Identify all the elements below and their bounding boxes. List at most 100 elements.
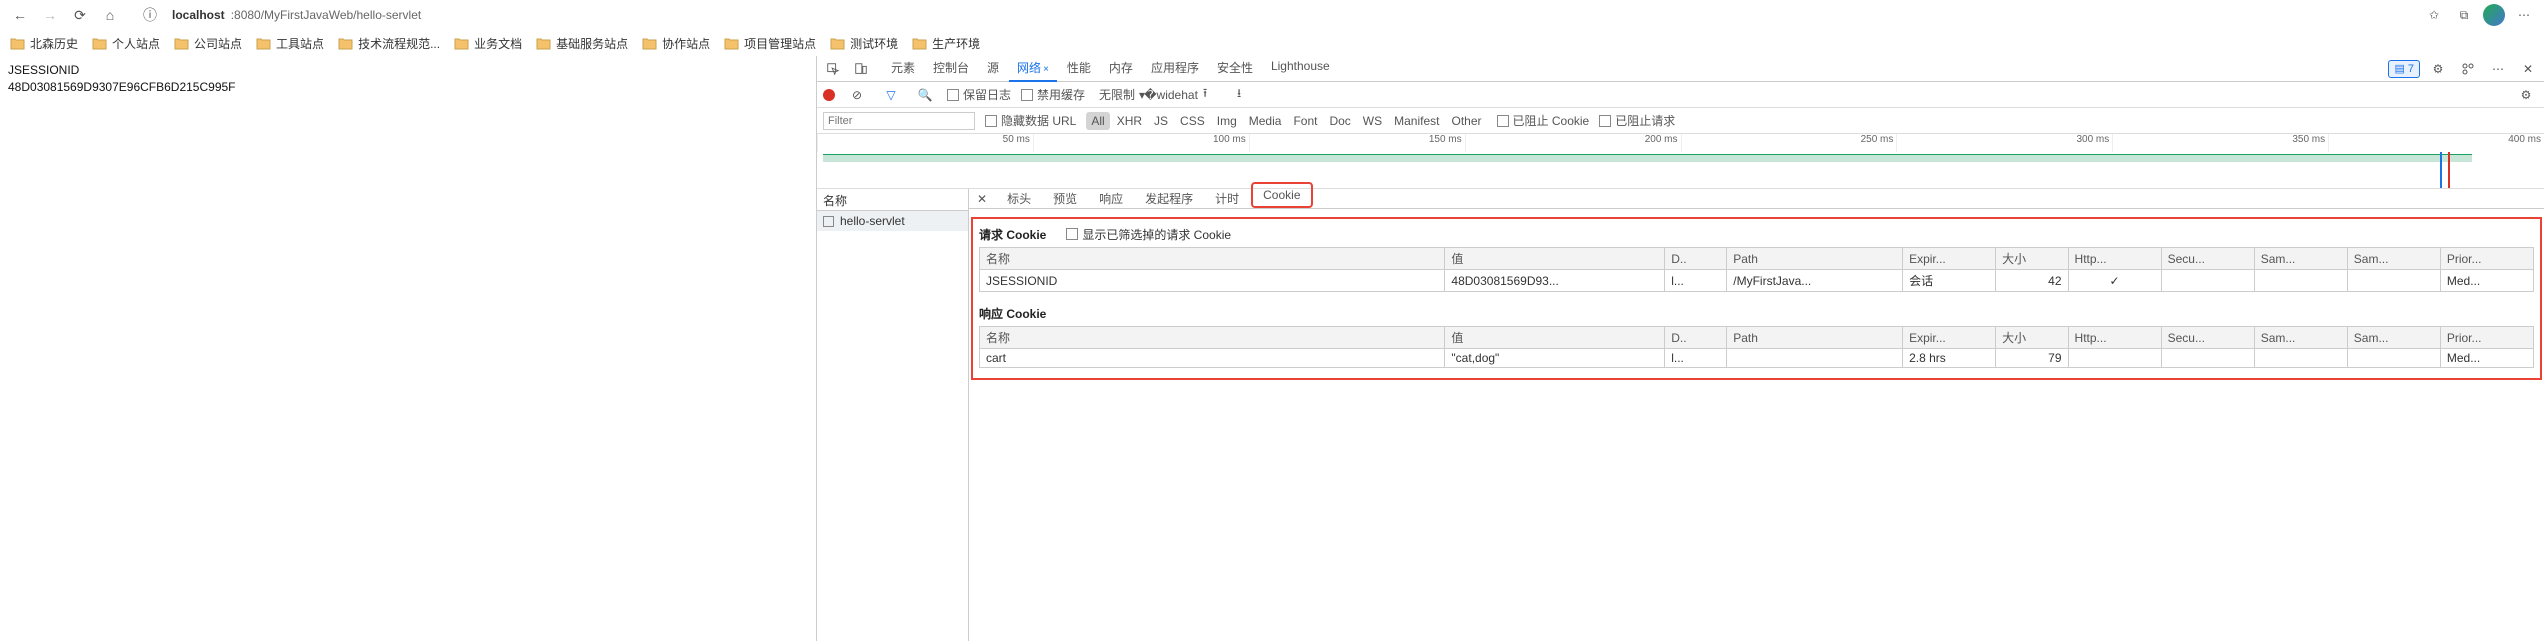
online-offline-icon[interactable]: �widehat bbox=[1159, 83, 1183, 107]
detail-tab[interactable]: 响应 bbox=[1089, 188, 1133, 209]
search-icon[interactable]: 🔍 bbox=[913, 83, 937, 107]
close-detail-icon[interactable]: ✕ bbox=[969, 190, 995, 208]
home-button[interactable]: ⌂ bbox=[96, 1, 124, 29]
devtools-tab[interactable]: 源 bbox=[979, 55, 1007, 82]
network-settings-icon[interactable]: ⚙ bbox=[2514, 83, 2538, 107]
table-header[interactable]: Http... bbox=[2068, 327, 2161, 349]
bookmark-item[interactable]: 业务文档 bbox=[454, 35, 522, 52]
collections-icon[interactable]: ⧉ bbox=[2450, 1, 2478, 29]
table-header[interactable]: Expir... bbox=[1903, 327, 1996, 349]
devtools-tab[interactable]: 安全性 bbox=[1209, 55, 1261, 82]
table-header[interactable]: Path bbox=[1727, 327, 1903, 349]
filter-type[interactable]: CSS bbox=[1175, 112, 1210, 130]
import-har-icon[interactable]: ⭱ bbox=[1193, 83, 1217, 107]
table-header[interactable]: 值 bbox=[1445, 248, 1665, 270]
forward-button[interactable]: → bbox=[36, 1, 64, 29]
profile-avatar[interactable] bbox=[2480, 1, 2508, 29]
filter-type[interactable]: Font bbox=[1288, 112, 1322, 130]
bookmark-item[interactable]: 个人站点 bbox=[92, 35, 160, 52]
disable-cache-checkbox[interactable]: 禁用缓存 bbox=[1021, 86, 1085, 103]
favorites-icon[interactable]: ✩ bbox=[2420, 1, 2448, 29]
table-header[interactable]: D.. bbox=[1665, 248, 1727, 270]
bookmark-item[interactable]: 技术流程规范... bbox=[338, 35, 440, 52]
bookmark-item[interactable]: 公司站点 bbox=[174, 35, 242, 52]
detail-tab[interactable]: 计时 bbox=[1205, 188, 1249, 209]
clear-button[interactable]: ⊘ bbox=[845, 83, 869, 107]
request-row[interactable]: hello-servlet bbox=[817, 211, 968, 231]
devtools-tab[interactable]: 性能 bbox=[1059, 55, 1099, 82]
site-info-icon[interactable]: ⓘ bbox=[136, 1, 164, 29]
table-header[interactable]: Sam... bbox=[2254, 327, 2347, 349]
filter-type[interactable]: Img bbox=[1212, 112, 1242, 130]
detail-tab[interactable]: 发起程序 bbox=[1135, 188, 1203, 209]
messages-badge[interactable]: ▤7 bbox=[2388, 60, 2420, 78]
timeline[interactable]: 50 ms100 ms150 ms200 ms250 ms300 ms350 m… bbox=[817, 134, 2544, 189]
table-header[interactable]: Path bbox=[1727, 248, 1903, 270]
more-icon[interactable]: ⋯ bbox=[2486, 57, 2510, 81]
filter-type[interactable]: WS bbox=[1358, 112, 1387, 130]
table-header[interactable]: Http... bbox=[2068, 248, 2161, 270]
dock-icon[interactable] bbox=[2456, 57, 2480, 81]
back-button[interactable]: ← bbox=[6, 1, 34, 29]
bookmark-item[interactable]: 北森历史 bbox=[10, 35, 78, 52]
blocked-request-checkbox[interactable]: 已阻止请求 bbox=[1599, 112, 1675, 129]
address-bar[interactable]: localhost:8080/MyFirstJavaWeb/hello-serv… bbox=[172, 8, 572, 22]
devtools-tab[interactable]: 控制台 bbox=[925, 55, 977, 82]
filter-input[interactable] bbox=[823, 112, 975, 130]
preserve-log-checkbox[interactable]: 保留日志 bbox=[947, 86, 1011, 103]
close-devtools-icon[interactable]: ✕ bbox=[2516, 57, 2540, 81]
devtools-tab[interactable]: 应用程序 bbox=[1143, 55, 1207, 82]
detail-tab[interactable]: Cookie bbox=[1251, 182, 1312, 208]
export-har-icon[interactable]: ⭳ bbox=[1227, 83, 1251, 107]
bookmark-item[interactable]: 生产环境 bbox=[912, 35, 980, 52]
table-header[interactable]: Secu... bbox=[2161, 327, 2254, 349]
table-row[interactable]: cart"cat,dog"l...2.8 hrs79Med... bbox=[980, 349, 2534, 368]
detail-tab[interactable]: 标头 bbox=[997, 188, 1041, 209]
table-header[interactable]: 名称 bbox=[980, 248, 1445, 270]
table-row[interactable]: JSESSIONID48D03081569D93...l.../MyFirstJ… bbox=[980, 270, 2534, 292]
page-line-2: 48D03081569D9307E96CFB6D215C995F bbox=[8, 79, 808, 96]
hide-data-urls-checkbox[interactable]: 隐藏数据 URL bbox=[985, 112, 1076, 129]
devtools-tab[interactable]: 元素 bbox=[883, 55, 923, 82]
table-header[interactable]: 值 bbox=[1445, 327, 1665, 349]
table-header[interactable]: Expir... bbox=[1903, 248, 1996, 270]
overflow-menu[interactable]: ⋯ bbox=[2510, 1, 2538, 29]
table-header[interactable]: Sam... bbox=[2347, 248, 2440, 270]
devtools-tab[interactable]: 内存 bbox=[1101, 55, 1141, 82]
table-header[interactable]: Prior... bbox=[2440, 327, 2533, 349]
inspect-icon[interactable] bbox=[821, 57, 845, 81]
device-toggle-icon[interactable] bbox=[849, 57, 873, 81]
table-header[interactable]: Sam... bbox=[2347, 327, 2440, 349]
show-filtered-checkbox[interactable]: 显示已筛选掉的请求 Cookie bbox=[1066, 226, 1231, 243]
filter-type[interactable]: Doc bbox=[1324, 112, 1355, 130]
bookmark-item[interactable]: 项目管理站点 bbox=[724, 35, 816, 52]
bookmark-item[interactable]: 基础服务站点 bbox=[536, 35, 628, 52]
bookmark-item[interactable]: 工具站点 bbox=[256, 35, 324, 52]
reload-button[interactable]: ⟳ bbox=[66, 1, 94, 29]
record-button[interactable] bbox=[823, 89, 835, 101]
table-header[interactable]: 大小 bbox=[1996, 327, 2068, 349]
bookmark-item[interactable]: 测试环境 bbox=[830, 35, 898, 52]
filter-type[interactable]: XHR bbox=[1112, 112, 1147, 130]
table-header[interactable]: 大小 bbox=[1996, 248, 2068, 270]
devtools-tab[interactable]: 网络× bbox=[1009, 55, 1057, 82]
filter-type[interactable]: All bbox=[1086, 112, 1109, 130]
devtools-tab[interactable]: Lighthouse bbox=[1263, 55, 1338, 82]
filter-type[interactable]: Media bbox=[1244, 112, 1287, 130]
filter-type[interactable]: JS bbox=[1149, 112, 1173, 130]
table-header[interactable]: Secu... bbox=[2161, 248, 2254, 270]
request-cookies-title: 请求 Cookie bbox=[979, 226, 1046, 243]
table-header[interactable]: Prior... bbox=[2440, 248, 2533, 270]
table-header[interactable]: Sam... bbox=[2254, 248, 2347, 270]
filter-type[interactable]: Manifest bbox=[1389, 112, 1444, 130]
blocked-cookie-checkbox[interactable]: 已阻止 Cookie bbox=[1497, 112, 1590, 129]
throttling-select[interactable]: 无限制 ▾ bbox=[1095, 86, 1149, 103]
filter-type[interactable]: Other bbox=[1447, 112, 1487, 130]
bookmark-item[interactable]: 协作站点 bbox=[642, 35, 710, 52]
settings-icon[interactable]: ⚙ bbox=[2426, 57, 2450, 81]
table-header[interactable]: D.. bbox=[1665, 327, 1727, 349]
detail-tab[interactable]: 预览 bbox=[1043, 188, 1087, 209]
filter-toggle-icon[interactable]: ▽ bbox=[879, 83, 903, 107]
table-header[interactable]: 名称 bbox=[980, 327, 1445, 349]
request-row-checkbox[interactable] bbox=[823, 216, 834, 227]
